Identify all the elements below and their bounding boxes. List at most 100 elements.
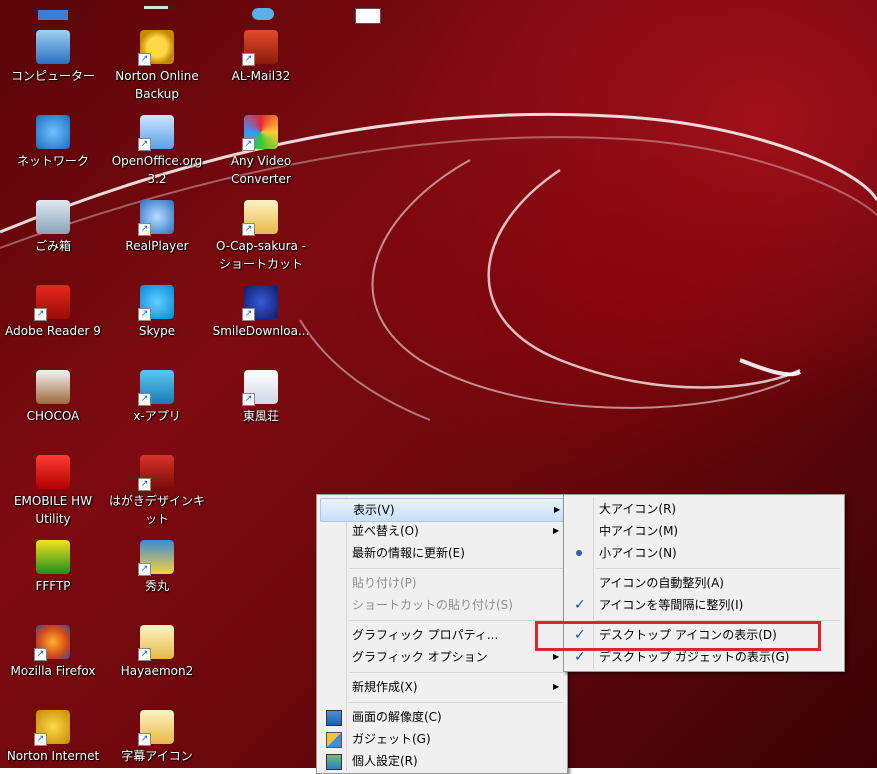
desktop-icon[interactable]: ↗ Any Video Converter <box>208 115 314 188</box>
desktop-icon[interactable]: ↗ AL-Mail32 <box>208 30 314 85</box>
menu-item-view[interactable]: 表示(V) ▶ <box>320 498 564 522</box>
submenu-item-large-icons[interactable]: 大アイコン(R) <box>567 498 839 520</box>
desktop-icon[interactable]: ↗ OpenOffice.org 3.2 <box>104 115 210 188</box>
desktop-icon-label: O-Cap-sakura - ショートカット <box>215 239 306 271</box>
mail-app-icon: ↗ <box>242 30 278 66</box>
desktop-icon[interactable]: ↗ Norton Online Backup <box>104 30 210 103</box>
desktop-icon[interactable]: コンピューター <box>0 30 106 85</box>
desktop-context-menu: 表示(V) ▶ 並べ替え(O) ▶ 最新の情報に更新(E) 貼り付け(P) ショ… <box>316 494 568 774</box>
hidemaru-icon: ↗ <box>138 540 174 576</box>
computer-icon <box>36 30 70 64</box>
desktop-icon[interactable]: ↗ 東風荘 <box>208 370 314 425</box>
desktop-icon-label: AL-Mail32 <box>231 69 291 83</box>
display-icon <box>326 710 342 726</box>
desktop-icon[interactable]: ↗ Norton Internet <box>0 710 106 765</box>
x-app-icon: ↗ <box>138 370 174 406</box>
radio-selected-icon <box>576 550 582 556</box>
menu-item-label: ガジェット(G) <box>352 732 431 746</box>
menu-item-label: 新規作成(X) <box>352 680 418 694</box>
desktop-icon-label: OpenOffice.org 3.2 <box>111 154 203 186</box>
menu-item-graphics-options[interactable]: グラフィック オプション ▶ <box>320 646 562 668</box>
desktop-icon[interactable]: ↗ x-アプリ <box>104 370 210 425</box>
menu-item-label: 個人設定(R) <box>352 754 418 768</box>
shortcut-arrow-icon: ↗ <box>242 308 255 321</box>
desktop-icon[interactable]: EMOBILE HW Utility <box>0 455 106 528</box>
desktop-icon[interactable]: ↗ Adobe Reader 9 <box>0 285 106 340</box>
video-converter-icon: ↗ <box>242 115 278 151</box>
folder-icon: ↗ <box>242 200 278 236</box>
menu-item-personalize[interactable]: 個人設定(R) <box>320 750 562 772</box>
partial-icon-top <box>144 6 168 21</box>
submenu-item-medium-icons[interactable]: 中アイコン(M) <box>567 520 839 542</box>
folder-icon: ↗ <box>138 710 174 746</box>
desktop-icon[interactable]: ↗ はがきデザインキット <box>104 455 210 528</box>
shortcut-arrow-icon: ↗ <box>138 648 151 661</box>
desktop-icon-label: コンピューター <box>10 69 95 83</box>
menu-separator <box>349 568 563 569</box>
menu-item-refresh[interactable]: 最新の情報に更新(E) <box>320 542 562 564</box>
emobile-icon <box>36 455 70 489</box>
menu-item-paste[interactable]: 貼り付け(P) <box>320 572 562 594</box>
menu-separator <box>349 620 563 621</box>
menu-separator <box>349 702 563 703</box>
menu-item-label: 表示(V) <box>353 503 395 517</box>
desktop-icon-label: FFFTP <box>35 579 71 593</box>
desktop-icon[interactable]: ↗ 秀丸 <box>104 540 210 595</box>
desktop-icon[interactable]: ↗ Hayaemon2 <box>104 625 210 680</box>
shortcut-arrow-icon: ↗ <box>34 733 47 746</box>
desktop-icon[interactable]: ↗ Skype <box>104 285 210 340</box>
menu-item-label: 貼り付け(P) <box>352 576 417 590</box>
shortcut-arrow-icon: ↗ <box>242 223 255 236</box>
checkmark-icon: ✓ <box>574 597 586 613</box>
desktop-icon-label: x-アプリ <box>133 409 181 423</box>
ffftp-icon <box>36 540 70 574</box>
desktop-icon-label: EMOBILE HW Utility <box>13 494 93 526</box>
shortcut-arrow-icon: ↗ <box>242 393 255 406</box>
partial-icon-top <box>38 10 68 20</box>
desktop-icon-label: ごみ箱 <box>34 239 71 253</box>
openoffice-icon: ↗ <box>138 115 174 151</box>
mahjong-icon: ↗ <box>242 370 278 406</box>
shortcut-arrow-icon: ↗ <box>138 478 151 491</box>
menu-item-paste-shortcut[interactable]: ショートカットの貼り付け(S) <box>320 594 562 616</box>
shortcut-arrow-icon: ↗ <box>34 648 47 661</box>
desktop-icon[interactable]: ↗ O-Cap-sakura - ショートカット <box>208 200 314 273</box>
menu-item-gadgets[interactable]: ガジェット(G) <box>320 728 562 750</box>
skype-icon: ↗ <box>138 285 174 321</box>
menu-item-new[interactable]: 新規作成(X) ▶ <box>320 676 562 698</box>
menu-item-label: 並べ替え(O) <box>352 524 419 538</box>
submenu-item-small-icons[interactable]: 小アイコン(N) <box>567 542 839 564</box>
chocoa-icon <box>36 370 70 404</box>
menu-item-label: グラフィック オプション <box>352 650 488 664</box>
shortcut-arrow-icon: ↗ <box>34 308 47 321</box>
recycle-bin-icon <box>36 200 70 234</box>
shortcut-arrow-icon: ↗ <box>138 733 151 746</box>
desktop-icon-label: Hayaemon2 <box>120 664 194 678</box>
submenu-item-auto-arrange[interactable]: アイコンの自動整列(A) <box>567 572 839 594</box>
desktop-icon-label: ネットワーク <box>16 154 89 168</box>
folder-icon: ↗ <box>138 625 174 661</box>
menu-item-sort[interactable]: 並べ替え(O) ▶ <box>320 520 562 542</box>
desktop-icon[interactable]: ネットワーク <box>0 115 106 170</box>
desktop-icon[interactable]: FFFTP <box>0 540 106 595</box>
desktop-icon-label: はがきデザインキット <box>108 494 205 526</box>
hagaki-icon: ↗ <box>138 455 174 491</box>
menu-item-label: ショートカットの貼り付け(S) <box>352 598 513 612</box>
shortcut-arrow-icon: ↗ <box>138 308 151 321</box>
desktop-icon[interactable]: ↗ SmileDownloa... <box>208 285 314 340</box>
shortcut-arrow-icon: ↗ <box>138 53 151 66</box>
desktop-icon[interactable]: ↗ 字幕アイコン <box>104 710 210 765</box>
menu-separator <box>596 568 840 569</box>
desktop-icon[interactable]: CHOCOA <box>0 370 106 425</box>
menu-item-graphics-properties[interactable]: グラフィック プロパティ... <box>320 624 562 646</box>
menu-item-label: アイコンの自動整列(A) <box>599 576 724 590</box>
desktop-icon[interactable]: ごみ箱 <box>0 200 106 255</box>
desktop-icon-label: Norton Online Backup <box>115 69 199 101</box>
submenu-arrow-icon: ▶ <box>553 526 560 535</box>
desktop-icon[interactable]: ↗ Mozilla Firefox <box>0 625 106 680</box>
shortcut-arrow-icon: ↗ <box>138 563 151 576</box>
submenu-item-align-to-grid[interactable]: ✓ アイコンを等間隔に整列(I) <box>567 594 839 616</box>
menu-item-screen-resolution[interactable]: 画面の解像度(C) <box>320 706 562 728</box>
desktop-icon[interactable]: ↗ RealPlayer <box>104 200 210 255</box>
shortcut-arrow-icon: ↗ <box>242 138 255 151</box>
